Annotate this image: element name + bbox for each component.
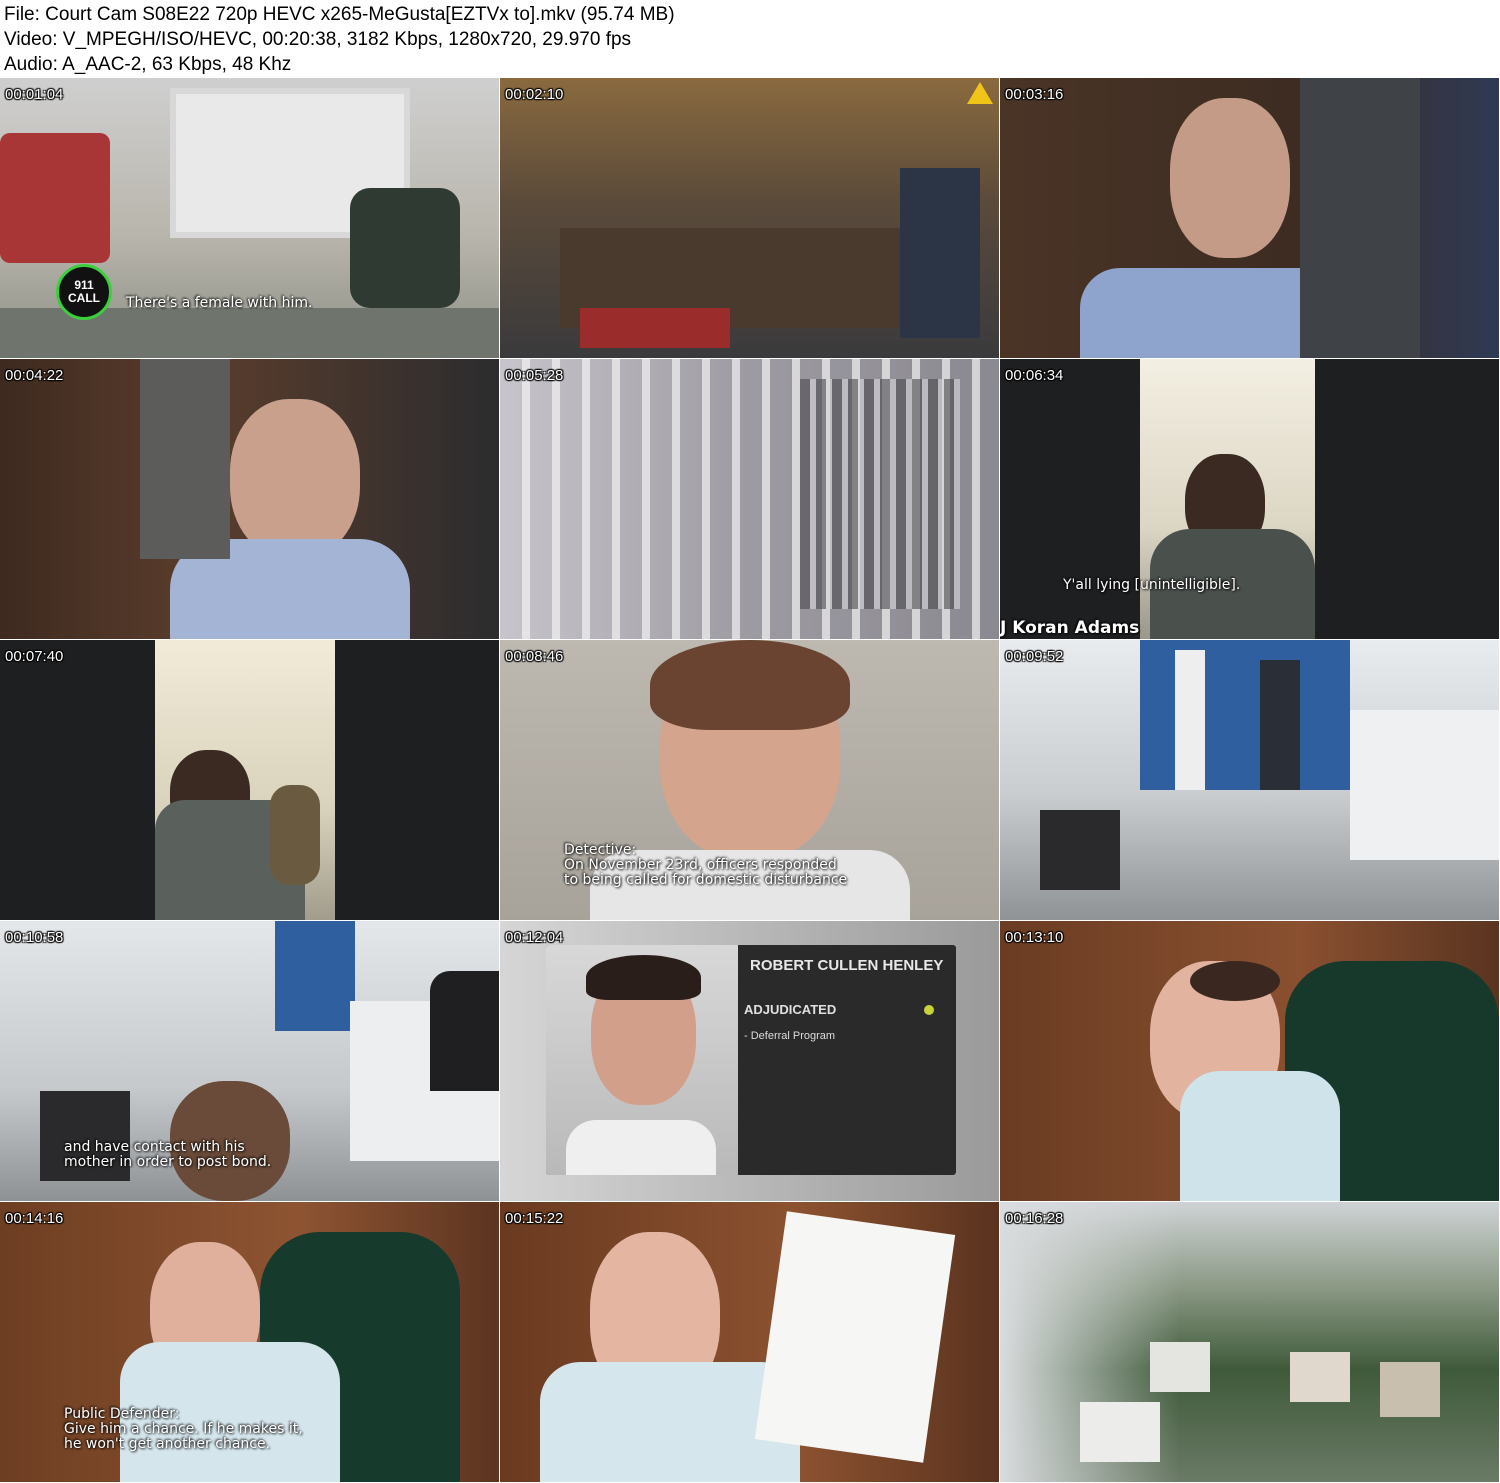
timestamp: 00:13:10: [1005, 929, 1064, 946]
file-info-header: File: Court Cam S08E22 720p HEVC x265-Me…: [0, 0, 1500, 78]
thumbnail-12[interactable]: 00:13:10: [1000, 921, 1499, 1201]
caption: Y'all lying [unintelligible].: [1063, 577, 1241, 593]
timestamp: 00:04:22: [5, 367, 64, 384]
timestamp: 00:03:16: [1005, 86, 1064, 103]
timestamp: 00:07:40: [5, 648, 64, 665]
thumbnail-1[interactable]: 911 CALL 00:01:04 There's a female with …: [0, 78, 499, 358]
thumbnail-grid: 911 CALL 00:01:04 There's a female with …: [0, 78, 1500, 1483]
timestamp: 00:08:46: [505, 648, 564, 665]
thumbnail-6[interactable]: 00:06:34 Y'all lying [unintelligible]. J…: [1000, 359, 1499, 639]
thumbnail-10[interactable]: 00:10:58 and have contact with his mothe…: [0, 921, 499, 1201]
thumbnail-11[interactable]: ROBERT CULLEN HENLEY ADJUDICATED - Defer…: [500, 921, 999, 1201]
thumbnail-15[interactable]: 00:16:28: [1000, 1202, 1499, 1482]
thumbnail-9[interactable]: 00:09:52: [1000, 640, 1499, 920]
timestamp: 00:02:10: [505, 86, 564, 103]
timestamp: 00:06:34: [1005, 367, 1064, 384]
timestamp: 00:12:04: [505, 929, 564, 946]
thumbnail-3[interactable]: 00:03:16: [1000, 78, 1499, 358]
thumbnail-2[interactable]: 00:02:10: [500, 78, 999, 358]
911-call-badge: 911 CALL: [56, 264, 112, 320]
name-lower-third: J Koran Adams: [1000, 618, 1140, 638]
inmate-info-card: ROBERT CULLEN HENLEY ADJUDICATED - Defer…: [546, 945, 956, 1175]
thumbnail-13[interactable]: 00:14:16 Public Defender: Give him a cha…: [0, 1202, 499, 1482]
caption: Detective: On November 23rd, officers re…: [564, 842, 848, 888]
timestamp: 00:01:04: [5, 86, 64, 103]
file-line: File: Court Cam S08E22 720p HEVC x265-Me…: [4, 4, 675, 25]
timestamp: 00:14:16: [5, 1210, 64, 1227]
timestamp: 00:09:52: [1005, 648, 1064, 665]
timestamp: 00:10:58: [5, 929, 64, 946]
timestamp: 00:15:22: [505, 1210, 564, 1227]
program-item: - Deferral Program: [744, 1030, 836, 1042]
thumbnail-7[interactable]: 00:07:40: [0, 640, 499, 920]
timestamp: 00:16:28: [1005, 1210, 1064, 1227]
audio-line: Audio: A_AAC-2, 63 Kbps, 48 Khz: [4, 54, 292, 75]
thumbnail-4[interactable]: 00:04:22: [0, 359, 499, 639]
mugshot-photo: [546, 945, 738, 1175]
caption: Public Defender: Give him a chance. If h…: [64, 1406, 303, 1452]
status-dot: [924, 1005, 934, 1015]
case-status: ADJUDICATED: [744, 1002, 837, 1017]
video-line: Video: V_MPEGH/ISO/HEVC, 00:20:38, 3182 …: [4, 29, 632, 50]
thumbnail-14[interactable]: 00:15:22: [500, 1202, 999, 1482]
caption: There's a female with him.: [126, 295, 313, 311]
thumbnail-5[interactable]: 00:05:28: [500, 359, 999, 639]
thumbnail-8[interactable]: 00:08:46 Detective: On November 23rd, of…: [500, 640, 999, 920]
caption: and have contact with his mother in orde…: [64, 1139, 272, 1170]
timestamp: 00:05:28: [505, 367, 564, 384]
inmate-name: ROBERT CULLEN HENLEY: [750, 957, 944, 974]
